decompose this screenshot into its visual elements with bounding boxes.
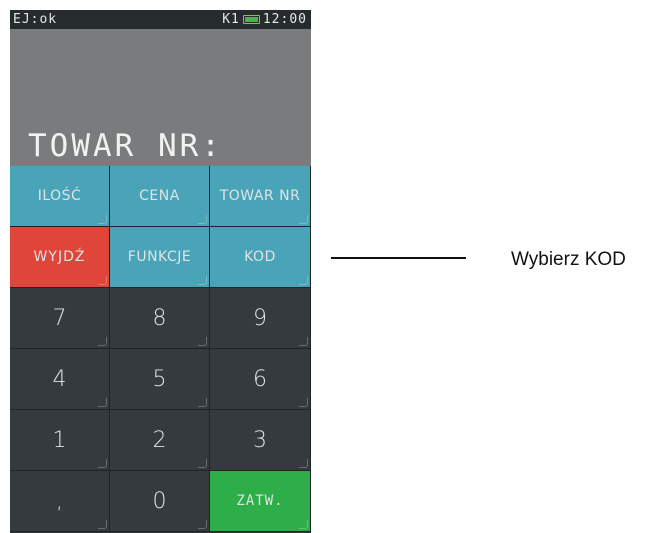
ilosc-button[interactable]: ILOŚĆ (10, 166, 110, 227)
status-bar: EJ:ok K1 12:00 (10, 10, 311, 29)
wyjdz-button[interactable]: WYJDŹ (10, 227, 110, 288)
zatw-button[interactable]: ZATW. (210, 471, 311, 532)
key-0[interactable]: 0 (110, 471, 210, 532)
key-2[interactable]: 2 (110, 410, 210, 471)
key-4[interactable]: 4 (10, 349, 110, 410)
display-area: TOWAR NR: (10, 29, 311, 166)
device-screen: EJ:ok K1 12:00 TOWAR NR: ILOŚĆ CENA TOWA… (10, 10, 311, 533)
status-right: K1 12:00 (222, 10, 307, 29)
printer-indicator: K1 (222, 12, 240, 27)
key-5[interactable]: 5 (110, 349, 210, 410)
display-prompt: TOWAR NR: (28, 128, 223, 164)
keypad: ILOŚĆ CENA TOWAR NR WYJDŹ FUNKCJE KOD 7 … (10, 166, 311, 533)
key-9[interactable]: 9 (210, 288, 311, 349)
key-8[interactable]: 8 (110, 288, 210, 349)
battery-icon (242, 15, 260, 24)
funkcje-button[interactable]: FUNKCJE (110, 227, 210, 288)
key-7[interactable]: 7 (10, 288, 110, 349)
cena-button[interactable]: CENA (110, 166, 210, 227)
towar-nr-button[interactable]: TOWAR NR (210, 166, 311, 227)
key-1[interactable]: 1 (10, 410, 110, 471)
key-6[interactable]: 6 (210, 349, 311, 410)
callout-text: Wybierz KOD (511, 249, 626, 270)
key-3[interactable]: 3 (210, 410, 311, 471)
kod-button[interactable]: KOD (210, 227, 311, 288)
ej-status: EJ:ok (13, 12, 58, 27)
clock: 12:00 (262, 12, 307, 27)
callout-line (331, 257, 466, 259)
key-comma[interactable]: , (10, 471, 110, 532)
